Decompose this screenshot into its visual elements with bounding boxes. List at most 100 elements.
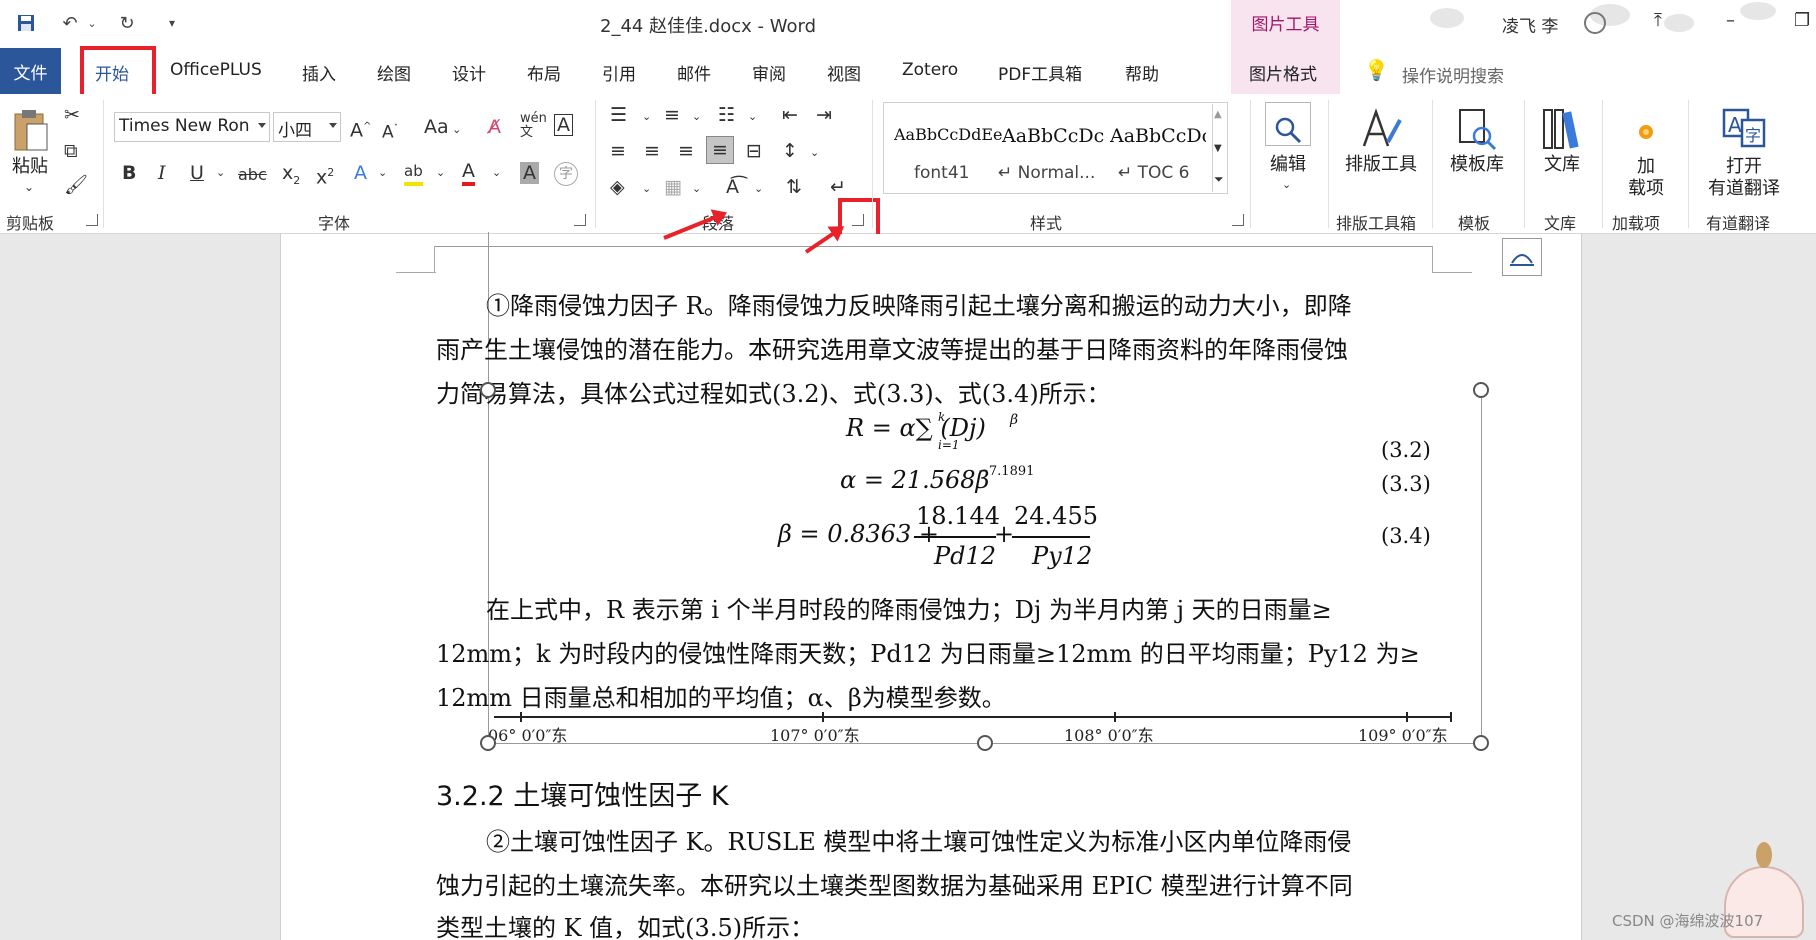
style-name-toc6[interactable]: ↵ TOC 6 xyxy=(1118,163,1190,183)
sort-icon[interactable]: ⇅ xyxy=(786,176,802,198)
user-avatar-icon[interactable] xyxy=(1584,12,1606,34)
editing-dropdown-icon[interactable]: ⌄ xyxy=(1282,174,1291,196)
bullets-dropdown-icon[interactable]: ⌄ xyxy=(642,106,651,128)
style-sample-toc6[interactable]: AaBbCcDc xyxy=(1110,125,1206,147)
tab-insert[interactable]: 插入 xyxy=(302,60,336,85)
tab-zotero[interactable]: Zotero xyxy=(902,60,958,80)
highlight-color-icon[interactable]: ab xyxy=(404,160,423,186)
font-size-combo[interactable]: 小四 xyxy=(273,112,341,142)
resize-handle[interactable] xyxy=(977,735,993,751)
paste-button[interactable]: 粘贴 xyxy=(6,156,54,178)
tab-picture-format[interactable]: 图片格式 xyxy=(1249,60,1317,85)
phonetic-guide-icon[interactable]: wén 文 xyxy=(520,112,547,140)
align-center-icon[interactable]: ≡ xyxy=(644,140,660,162)
numbering-icon[interactable]: ≡ xyxy=(664,104,680,126)
numbering-dropdown-icon[interactable]: ⌄ xyxy=(692,106,701,128)
show-marks-icon[interactable]: ↵ xyxy=(830,176,846,198)
user-name[interactable]: 凌飞 李 xyxy=(1502,12,1558,37)
styles-more-icon[interactable]: ⏷ xyxy=(1214,168,1224,190)
clipboard-launcher-icon[interactable] xyxy=(86,214,98,226)
clear-formatting-icon[interactable]: A̸ xyxy=(488,116,501,138)
redo-icon[interactable]: ↻ xyxy=(114,12,140,34)
layout-tools-icon[interactable] xyxy=(1356,102,1406,152)
minimize-icon[interactable]: – xyxy=(1726,10,1735,31)
increase-indent-icon[interactable]: ⇥ xyxy=(816,104,832,126)
youdao-button-line1[interactable]: 打开 xyxy=(1700,156,1788,178)
bold-icon[interactable]: B xyxy=(122,162,136,184)
shading-dropdown-icon[interactable]: ⌄ xyxy=(642,178,651,200)
align-left-icon[interactable]: ≡ xyxy=(610,140,626,162)
tab-draw[interactable]: 绘图 xyxy=(377,60,411,85)
font-color-icon[interactable]: A xyxy=(462,160,475,186)
italic-icon[interactable]: I xyxy=(158,162,166,184)
styles-gallery[interactable]: AaBbCcDdEe font41 AaBbCcDc ↵ Normal... A… xyxy=(883,102,1228,194)
font-color-dropdown-icon[interactable]: ⌄ xyxy=(492,162,501,184)
tab-file[interactable]: 文件 xyxy=(0,48,61,94)
underline-icon[interactable]: U xyxy=(190,162,204,184)
resize-handle[interactable] xyxy=(1473,735,1489,751)
youdao-translate-icon[interactable]: A字 xyxy=(1720,104,1768,148)
youdao-button-line2[interactable]: 有道翻译 xyxy=(1700,178,1788,200)
layout-options-icon[interactable] xyxy=(1502,238,1542,276)
template-library-button[interactable]: 模板库 xyxy=(1440,154,1514,176)
enclose-characters-icon[interactable]: 字 xyxy=(554,162,578,186)
style-name-font41[interactable]: font41 xyxy=(914,163,969,183)
distributed-icon[interactable]: ⊟ xyxy=(746,140,762,162)
tab-review[interactable]: 审阅 xyxy=(752,60,786,85)
restore-icon[interactable]: ❐ xyxy=(1794,10,1810,31)
copy-icon[interactable]: ⧉ xyxy=(64,140,78,162)
template-library-icon[interactable] xyxy=(1452,102,1500,152)
grow-font-icon[interactable]: A^ xyxy=(350,116,371,141)
tab-officeplus[interactable]: OfficePLUS xyxy=(170,60,262,80)
editing-button[interactable]: 编辑 xyxy=(1264,154,1312,176)
paste-dropdown-icon[interactable]: ⌄ xyxy=(24,176,34,198)
font-name-combo[interactable]: Times New Ron xyxy=(114,112,270,142)
resize-handle[interactable] xyxy=(480,735,496,751)
tab-references[interactable]: 引用 xyxy=(602,60,636,85)
strikethrough-icon[interactable]: abc xyxy=(238,164,267,186)
style-name-normal[interactable]: ↵ Normal... xyxy=(998,163,1095,183)
save-icon[interactable] xyxy=(14,12,38,34)
text-effects-icon[interactable]: A xyxy=(354,162,367,184)
addins-button-line1[interactable]: 加 xyxy=(1618,156,1674,178)
chinese-layout-icon[interactable]: A͡ xyxy=(726,176,739,198)
addins-icon[interactable] xyxy=(1632,112,1660,142)
borders-icon[interactable]: ▦ xyxy=(664,176,682,198)
styles-launcher-icon[interactable] xyxy=(1232,214,1244,226)
style-sample-font41[interactable]: AaBbCcDdEe xyxy=(894,125,1003,144)
tab-help[interactable]: 帮助 xyxy=(1125,60,1159,85)
library-button[interactable]: 文库 xyxy=(1534,154,1590,176)
layout-tools-button[interactable]: 排版工具 xyxy=(1338,154,1424,176)
chinese-layout-dropdown-icon[interactable]: ⌄ xyxy=(754,178,763,200)
subscript-icon[interactable]: x2 xyxy=(282,162,300,192)
text-effects-dropdown-icon[interactable]: ⌄ xyxy=(378,162,387,184)
change-case-button[interactable]: Aa ⌄ xyxy=(424,116,461,141)
tab-view[interactable]: 视图 xyxy=(827,60,861,85)
bullets-icon[interactable]: ☰ xyxy=(610,104,627,126)
styles-scroll-down-icon[interactable]: ▼ xyxy=(1214,138,1222,160)
addins-button-line2[interactable]: 载项 xyxy=(1618,178,1674,200)
tab-pdf-toolbox[interactable]: PDF工具箱 xyxy=(998,60,1082,85)
paste-icon[interactable] xyxy=(10,104,50,154)
font-launcher-icon[interactable] xyxy=(574,214,586,226)
multilevel-dropdown-icon[interactable]: ⌄ xyxy=(748,106,757,128)
character-border-icon[interactable]: A xyxy=(554,114,573,136)
character-shading-icon[interactable]: A xyxy=(520,162,539,184)
resize-handle[interactable] xyxy=(480,382,496,398)
customize-icon[interactable]: ▾ xyxy=(162,12,182,34)
library-icon[interactable] xyxy=(1538,102,1586,152)
resize-handle[interactable] xyxy=(1473,382,1489,398)
ribbon-display-icon[interactable]: ⤒ xyxy=(1654,10,1662,31)
decrease-indent-icon[interactable]: ⇤ xyxy=(782,104,798,126)
find-icon[interactable] xyxy=(1265,102,1311,146)
highlight-dropdown-icon[interactable]: ⌄ xyxy=(436,162,445,184)
tab-layout[interactable]: 布局 xyxy=(527,60,561,85)
undo-icon[interactable]: ↶ xyxy=(56,12,84,34)
tab-mailings[interactable]: 邮件 xyxy=(677,60,711,85)
format-painter-icon[interactable]: 🖌 xyxy=(64,174,88,196)
line-spacing-icon[interactable]: ↕ xyxy=(782,140,798,162)
multilevel-list-icon[interactable]: ☷ xyxy=(718,104,735,126)
shading-icon[interactable]: ◈ xyxy=(610,176,625,198)
align-right-icon[interactable]: ≡ xyxy=(678,140,694,162)
justify-icon[interactable]: ≡ xyxy=(706,136,734,164)
